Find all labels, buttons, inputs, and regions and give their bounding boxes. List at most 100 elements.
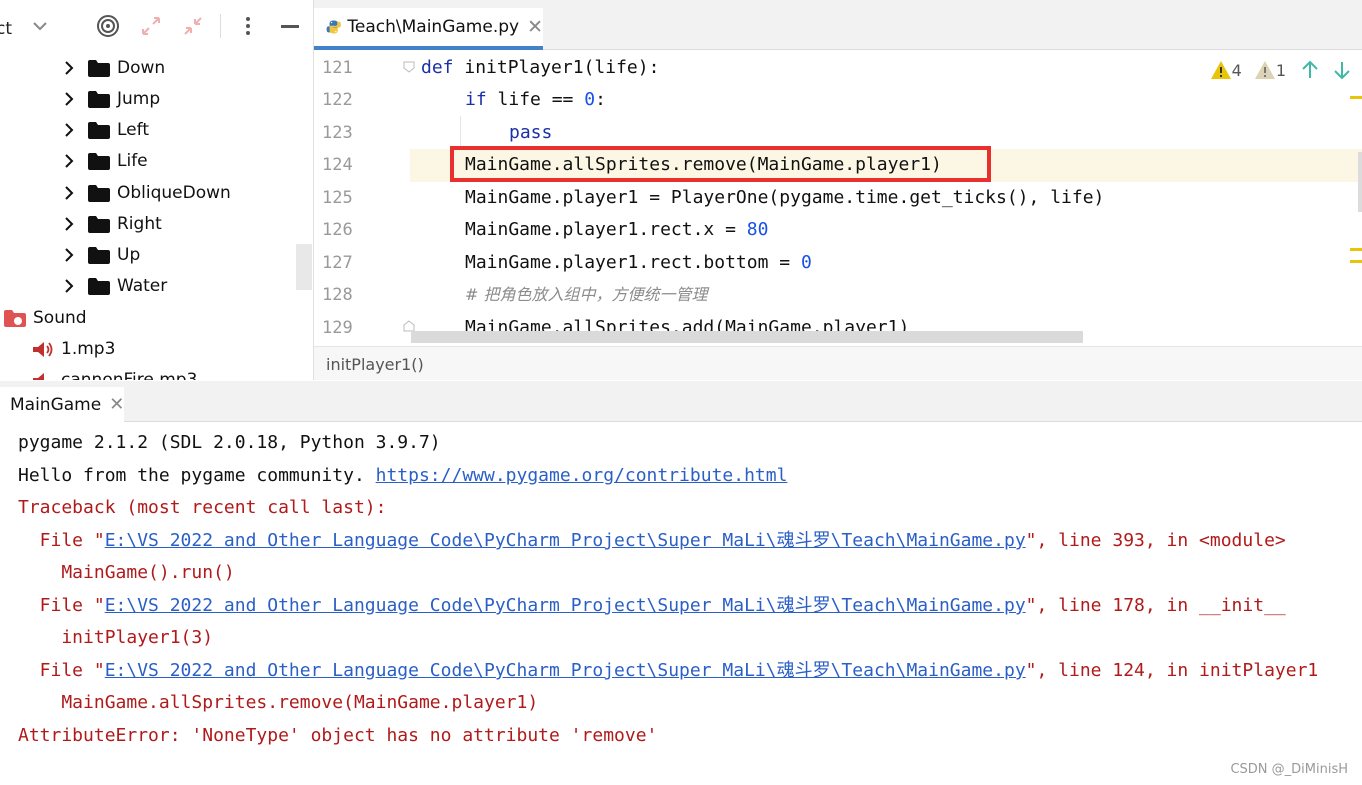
- chevron-right-icon[interactable]: [62, 123, 76, 137]
- code-comment: # 把角色放入组中，方便统一管理: [465, 285, 708, 304]
- folder-icon: [88, 215, 110, 233]
- pygame-contribute-link[interactable]: https://www.pygame.org/contribute.html: [376, 465, 788, 486]
- file-path-link[interactable]: E:\VS 2022 and Other Language Code\PyCha…: [105, 660, 1026, 681]
- warning-stripe-mark[interactable]: [1350, 96, 1362, 99]
- tree-item-label: ObliqueDown: [117, 183, 231, 203]
- code-area[interactable]: def initPlayer1(life): if life == 0: pas…: [411, 52, 1361, 346]
- line-number: 126: [322, 220, 353, 240]
- tree-item-label: Jump: [117, 89, 161, 109]
- editor-tab-bar: Teach\MainGame.py ✕: [314, 0, 1362, 50]
- code-line: def initPlayer1(life):: [421, 57, 660, 78]
- tree-item-label: Right: [117, 214, 162, 234]
- weak-warnings-count: 1: [1275, 60, 1286, 80]
- inspection-widget[interactable]: 4 1: [1198, 60, 1352, 80]
- warnings-indicator[interactable]: 4: [1210, 60, 1242, 80]
- warning-stripe-mark[interactable]: [1350, 248, 1362, 251]
- folder-icon: [88, 121, 110, 139]
- file-path-link[interactable]: E:\VS 2022 and Other Language Code\PyCha…: [105, 595, 1026, 616]
- code-line: MainGame.player1.rect.bottom = 0: [465, 252, 812, 273]
- more-options-icon[interactable]: [236, 14, 260, 38]
- editor-panel: Teach\MainGame.py ✕ 121 122 123 124 125 …: [313, 0, 1362, 380]
- tab-run-maingame[interactable]: MainGame ✕: [0, 387, 124, 422]
- project-toolbar: ct: [0, 0, 313, 50]
- console-line: pygame 2.1.2 (SDL 2.0.18, Python 3.9.7): [18, 432, 441, 453]
- line-gutter: 121 122 123 124 125 126 127 128 129: [314, 52, 415, 346]
- tree-item-life[interactable]: Life: [62, 147, 148, 175]
- console-line: initPlayer1(3): [18, 627, 214, 648]
- tree-item-label: Down: [117, 58, 166, 78]
- console-error-line: AttributeError: 'NoneType' object has no…: [18, 725, 658, 746]
- folder-icon: [88, 277, 110, 295]
- chevron-right-icon[interactable]: [62, 154, 76, 168]
- speaker-icon: [33, 372, 44, 380]
- chevron-right-icon[interactable]: [62, 61, 76, 75]
- tree-item-mp3-partial[interactable]: cannonFire.mp3: [32, 366, 197, 380]
- tree-item-obliquedown[interactable]: ObliqueDown: [62, 179, 231, 207]
- tree-item-right[interactable]: Right: [62, 210, 162, 238]
- tree-item-water[interactable]: Water: [62, 272, 167, 300]
- code-line: if life == 0:: [465, 89, 606, 110]
- line-number: 125: [322, 188, 353, 208]
- tree-item-up[interactable]: Up: [62, 241, 140, 269]
- line-number: 128: [322, 285, 353, 305]
- project-scrollbar[interactable]: [296, 244, 312, 290]
- tree-item-down[interactable]: Down: [62, 54, 165, 82]
- code-line: MainGame.player1.rect.x = 80: [465, 219, 769, 240]
- tree-item-label: Sound: [33, 308, 87, 328]
- tree-item-jump[interactable]: Jump: [62, 85, 160, 113]
- code-line: pass: [509, 122, 553, 143]
- run-tab-bar: MainGame ✕: [0, 381, 1362, 422]
- chevron-right-icon[interactable]: [62, 92, 76, 106]
- console-line: File "E:\VS 2022 and Other Language Code…: [18, 660, 1319, 681]
- minimize-icon[interactable]: [278, 14, 302, 38]
- console-line: Hello from the pygame community. https:/…: [18, 465, 788, 486]
- target-icon[interactable]: [96, 14, 120, 38]
- project-title: ct: [0, 19, 13, 39]
- warning-icon: [1210, 61, 1231, 79]
- line-number: 122: [322, 90, 353, 110]
- line-number: 129: [322, 318, 353, 338]
- file-path-link[interactable]: E:\VS 2022 and Other Language Code\PyCha…: [105, 530, 1026, 551]
- folder-icon: [88, 59, 110, 77]
- arrow-down-icon[interactable]: [1332, 60, 1352, 80]
- close-icon[interactable]: ✕: [527, 16, 543, 38]
- breadcrumb-item[interactable]: initPlayer1(): [326, 355, 424, 374]
- tree-item-left[interactable]: Left: [62, 116, 149, 144]
- console-line: MainGame().run(): [18, 562, 235, 583]
- collapse-all-icon[interactable]: [181, 14, 205, 38]
- chevron-right-icon[interactable]: [62, 217, 76, 231]
- expand-all-icon[interactable]: [139, 14, 163, 38]
- watermark: CSDN @_DiMinisH: [1230, 762, 1348, 777]
- folder-icon: [88, 184, 110, 202]
- tree-item-sound[interactable]: Sound: [4, 304, 87, 332]
- close-icon[interactable]: ✕: [109, 394, 124, 415]
- run-tab-label: MainGame: [10, 394, 102, 415]
- run-panel: MainGame ✕ pygame 2.1.2 (SDL 2.0.18, Pyt…: [0, 381, 1362, 785]
- tree-item-mp3[interactable]: 1.mp3: [32, 335, 115, 363]
- tab-mainpy[interactable]: Teach\MainGame.py ✕: [314, 8, 543, 50]
- chevron-down-icon[interactable]: [28, 14, 52, 38]
- chevron-right-icon[interactable]: [62, 279, 76, 293]
- tree-item-label: Life: [117, 151, 148, 171]
- vertical-scrollbar[interactable]: [1358, 152, 1362, 212]
- chevron-right-icon[interactable]: [62, 248, 76, 262]
- line-number: 127: [322, 253, 353, 273]
- toolbar-divider: [220, 14, 221, 38]
- tree-item-label: 1.mp3: [61, 339, 116, 359]
- project-panel: ct Down Jump Left Life ObliqueDown Right…: [0, 0, 313, 380]
- tree-item-label: cannonFire.mp3: [61, 370, 198, 380]
- code-line: MainGame.player1 = PlayerOne(pygame.time…: [465, 187, 1105, 208]
- weak-warnings-indicator[interactable]: 1: [1254, 60, 1286, 80]
- warning-stripe-mark[interactable]: [1350, 260, 1362, 263]
- chevron-right-icon[interactable]: [62, 186, 76, 200]
- console-line: MainGame.allSprites.remove(MainGame.play…: [18, 692, 539, 713]
- highlight-annotation-box: [450, 146, 991, 182]
- tree-item-label: Left: [117, 120, 149, 140]
- folder-icon: [88, 246, 110, 264]
- folder-icon: [88, 90, 110, 108]
- horizontal-scrollbar[interactable]: [411, 331, 1083, 343]
- arrow-up-icon[interactable]: [1300, 60, 1320, 80]
- speaker-icon: [33, 341, 53, 357]
- line-number: 121: [322, 58, 353, 78]
- sound-folder-icon: [4, 309, 26, 327]
